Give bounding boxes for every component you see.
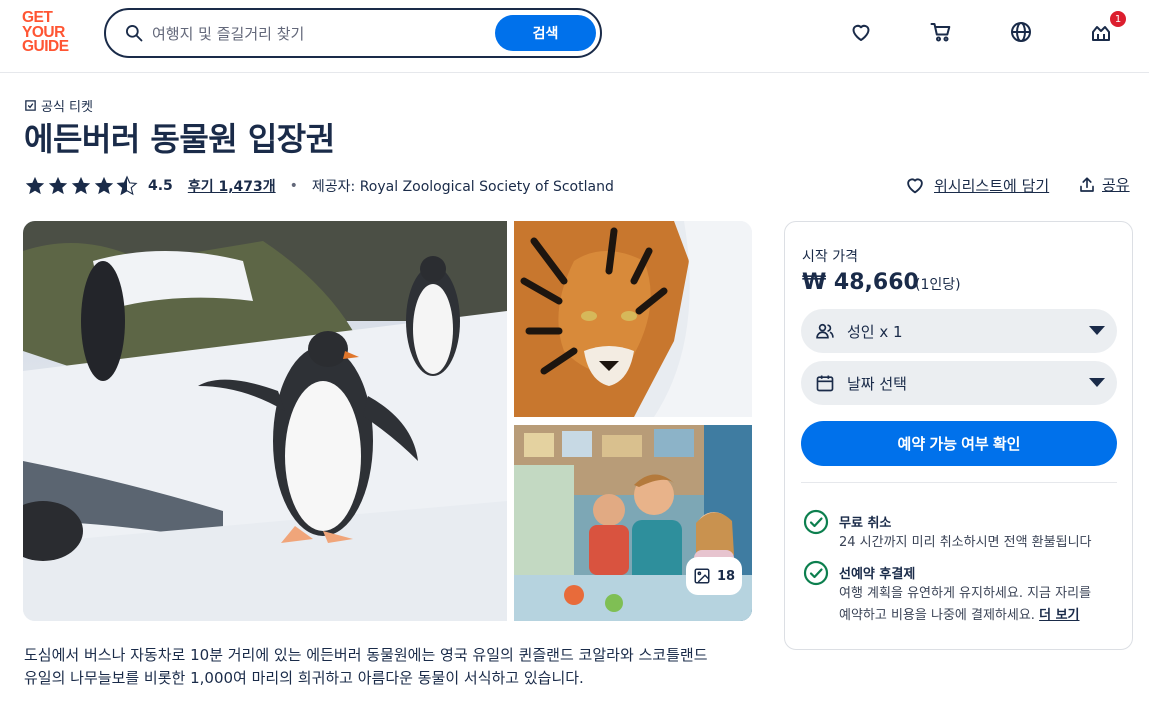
provider-name: Royal Zoological Society of Scotland: [359, 179, 614, 195]
participants-value: 성인 x 1: [847, 322, 903, 341]
account-icon[interactable]: [1089, 20, 1113, 44]
getyourguide-logo[interactable]: GET YOUR GUIDE: [22, 10, 80, 57]
separator-dot: •: [289, 178, 298, 194]
share-icon: [1080, 176, 1094, 192]
heart-icon[interactable]: [849, 20, 873, 44]
feature-reserve-now-pay-later: 선예약 후결제 여행 계획을 유연하게 유지하세요. 지금 자리를 예약하고 비…: [803, 560, 1091, 627]
check-circle-icon: [803, 560, 829, 586]
check-availability-button[interactable]: 예약 가능 여부 확인: [801, 421, 1117, 466]
search-bar[interactable]: 여행지 및 즐길거리 찾기 검색: [104, 8, 602, 58]
wishlist-button[interactable]: 위시리스트에 담기: [904, 174, 1049, 196]
chevron-down-icon: [1089, 326, 1105, 335]
star-icon: [71, 176, 91, 195]
date-value: 날짜 선택: [847, 374, 907, 393]
cart-icon[interactable]: [929, 20, 953, 44]
ticket-check-icon: [25, 100, 36, 111]
participants-icon: [816, 323, 834, 339]
page-title: 에든버러 동물원 입장권: [24, 120, 335, 158]
photo-count-button[interactable]: 18: [686, 557, 742, 595]
price-per-person: (1인당): [915, 277, 961, 293]
share-label: 공유: [1102, 176, 1130, 194]
search-icon: [126, 25, 143, 42]
wishlist-label: 위시리스트에 담기: [934, 176, 1050, 195]
star-icon: [94, 176, 114, 195]
search-input[interactable]: 여행지 및 즐길거리 찾기: [152, 23, 304, 44]
divider: [801, 482, 1117, 483]
description-line-2: 유일의 나무늘보를 비롯한 1,000여 마리의 희귀하고 아름다운 동물이 서…: [24, 669, 584, 687]
date-select[interactable]: 날짜 선택: [801, 361, 1117, 405]
photo-count-label: 18: [716, 568, 736, 584]
star-icon: [25, 176, 45, 195]
rating-score: 4.5: [148, 178, 173, 194]
rating-row: 4.5 후기 1,473개 • 제공자: Royal Zoological So…: [24, 174, 614, 198]
calendar-icon: [816, 375, 834, 392]
rating-stars: [24, 175, 138, 197]
official-ticket-badge: 공식 티켓: [24, 96, 93, 115]
reviews-link[interactable]: 후기 1,473개: [188, 176, 276, 196]
gallery-main-photo-penguin[interactable]: [23, 221, 507, 621]
feature-title: 선예약 후결제: [839, 567, 916, 582]
feature-desc: 24 시간까지 미리 취소하시면 전액 환불됩니다: [839, 535, 1092, 550]
booking-card: 시작 가격 ₩ 48,660 (1인당) 성인 x 1 날짜 선택 예약 가능 …: [784, 221, 1133, 650]
feature-desc-text: 예약하고 비용을 나중에 결제하세요.: [839, 608, 1035, 623]
feature-free-cancellation: 무료 취소 24 시간까지 미리 취소하시면 전액 환불됩니다: [803, 509, 1091, 554]
feature-desc-line-1: 여행 계획을 유연하게 유지하세요. 지금 자리를: [839, 586, 1092, 601]
star-half-icon: [116, 175, 138, 196]
price-value: ₩ 48,660: [802, 270, 919, 295]
heart-icon: [907, 178, 923, 194]
search-button[interactable]: 검색: [495, 15, 596, 51]
description-line-1: 도심에서 버스나 자동차로 10분 거리에 있는 에든버러 동물원에는 영국 유…: [24, 646, 708, 664]
feature-desc-line-2: 예약하고 비용을 나중에 결제하세요. 더 보기: [839, 605, 1091, 627]
star-icon: [48, 176, 68, 195]
notification-badge: 1: [1110, 11, 1126, 27]
globe-icon[interactable]: [1009, 20, 1033, 44]
feature-title: 무료 취소: [839, 516, 892, 531]
read-more-link[interactable]: 더 보기: [1039, 608, 1079, 623]
image-icon: [694, 568, 710, 584]
check-circle-icon: [803, 509, 829, 535]
chevron-down-icon: [1089, 378, 1105, 387]
gallery-photo-kids[interactable]: 18: [514, 425, 752, 621]
official-ticket-label: 공식 티켓: [41, 100, 93, 115]
provider-label: 제공자:: [311, 179, 356, 195]
provider: 제공자: Royal Zoological Society of Scotlan…: [312, 176, 614, 196]
logo-line-3: GUIDE: [22, 38, 69, 55]
participants-select[interactable]: 성인 x 1: [801, 309, 1117, 353]
top-header: GET YOUR GUIDE 여행지 및 즐길거리 찾기 검색 1: [0, 0, 1149, 73]
gallery-photo-tiger[interactable]: [514, 221, 752, 417]
from-price-label: 시작 가격: [802, 249, 858, 265]
product-description: 도심에서 버스나 자동차로 10분 거리에 있는 에든버러 동물원에는 영국 유…: [24, 644, 764, 690]
share-button[interactable]: 공유: [1078, 174, 1130, 195]
